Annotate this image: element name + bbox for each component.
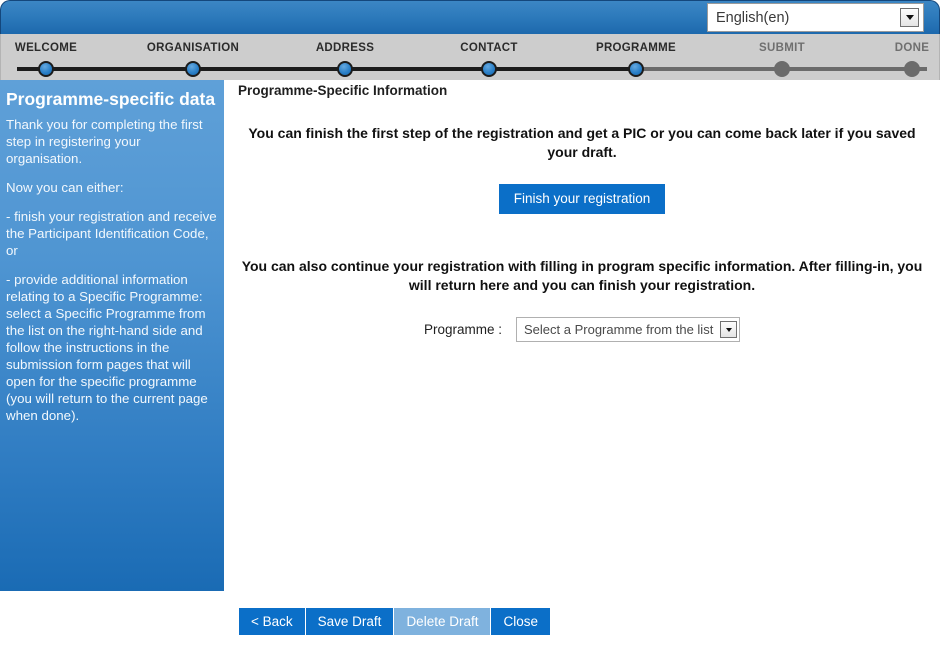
step-organisation[interactable]: ORGANISATION	[123, 34, 263, 77]
page-title: Programme-Specific Information	[238, 83, 448, 98]
back-button[interactable]: < Back	[239, 607, 305, 635]
step-dot-icon	[185, 61, 201, 77]
close-button[interactable]: Close	[491, 607, 550, 635]
programme-info-description: You can also continue your registration …	[241, 258, 923, 293]
sidebar-paragraph: - provide additional information relatin…	[6, 272, 208, 423]
finish-registration-button[interactable]: Finish your registration	[498, 184, 666, 214]
step-welcome[interactable]: WELCOME	[0, 34, 116, 77]
programme-label: Programme :	[423, 322, 503, 337]
step-dot-icon	[774, 61, 790, 77]
sidebar-paragraph: Now you can either:	[6, 180, 124, 195]
step-dot-icon	[628, 61, 644, 77]
finish-registration-description: You can finish the first step of the reg…	[248, 125, 916, 160]
programme-select-value: Select a Programme from the list	[524, 322, 714, 337]
step-dot-icon	[481, 61, 497, 77]
step-label: DONE	[894, 42, 930, 54]
chevron-down-icon[interactable]	[900, 8, 919, 27]
progress-steps-bar: WELCOME ORGANISATION ADDRESS CONTACT PRO…	[0, 34, 940, 80]
footer-button-bar: < Back Save Draft Delete Draft Close	[0, 591, 940, 651]
step-label: ADDRESS	[315, 42, 375, 54]
sidebar-paragraph: - finish your registration and receive t…	[6, 209, 217, 258]
language-select[interactable]: English(en)	[707, 3, 924, 32]
step-contact[interactable]: CONTACT	[419, 34, 559, 77]
language-select-value: English(en)	[716, 9, 790, 26]
step-label: WELCOME	[14, 42, 78, 54]
step-label: PROGRAMME	[595, 42, 676, 54]
programme-select[interactable]: Select a Programme from the list	[516, 317, 741, 342]
sidebar-title: Programme-specific data	[6, 89, 216, 109]
step-label: ORGANISATION	[146, 42, 240, 54]
step-address[interactable]: ADDRESS	[275, 34, 415, 77]
step-dot-icon	[337, 61, 353, 77]
sidebar-info-panel: Programme-specific data Thank you for co…	[0, 80, 224, 591]
save-draft-button[interactable]: Save Draft	[305, 607, 394, 635]
programme-select-row: Programme : Select a Programme from the …	[224, 317, 940, 342]
chevron-down-icon[interactable]	[720, 321, 738, 338]
delete-draft-button[interactable]: Delete Draft	[394, 607, 491, 635]
step-dot-icon	[38, 61, 54, 77]
top-header-bar: English(en)	[0, 0, 940, 34]
main-content: Programme-Specific Information You can f…	[224, 80, 940, 591]
step-label: CONTACT	[460, 42, 518, 54]
step-label: SUBMIT	[759, 42, 805, 54]
finish-registration-row: Finish your registration	[224, 184, 940, 214]
sidebar-paragraph: Thank you for completing the first step …	[6, 117, 203, 166]
step-done[interactable]: DONE	[842, 34, 940, 77]
step-programme[interactable]: PROGRAMME	[566, 34, 706, 77]
progress-line-completed	[17, 67, 637, 71]
step-submit[interactable]: SUBMIT	[712, 34, 852, 77]
step-dot-icon	[904, 61, 920, 77]
